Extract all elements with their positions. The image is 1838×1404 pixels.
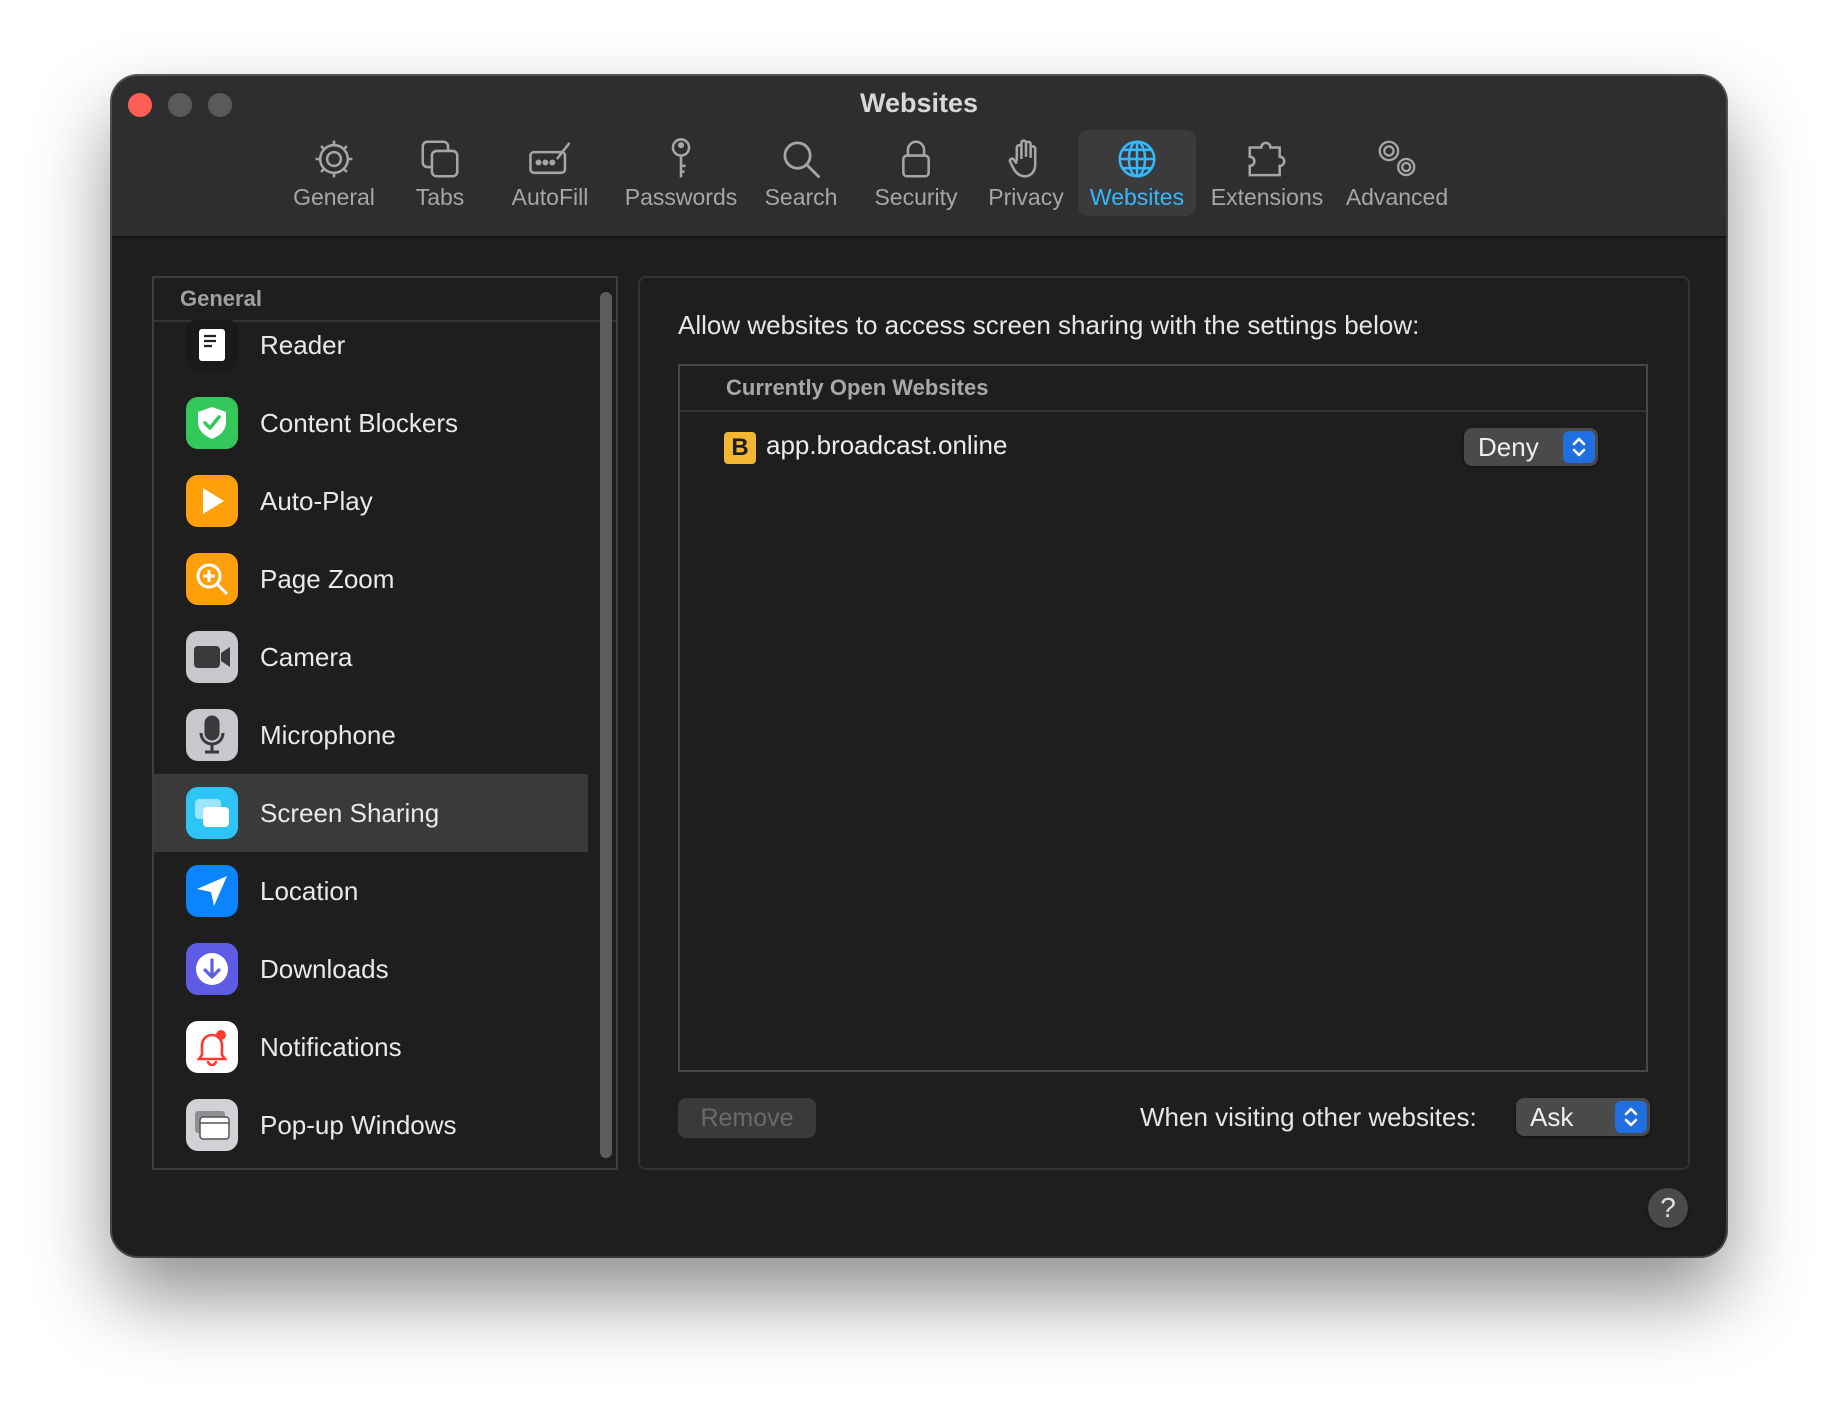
puzzle-icon — [1248, 141, 1286, 177]
toolbar-security[interactable]: Security — [864, 130, 968, 216]
toolbar-websites-label: Websites — [1089, 184, 1185, 210]
toolbar-autofill[interactable]: AutoFill — [500, 130, 600, 216]
site-permission-popup[interactable]: Deny — [1464, 428, 1598, 466]
sidebar-item-label: Reader — [260, 329, 346, 360]
table-header: Currently Open Websites — [680, 366, 1646, 412]
toolbar-search-label: Search — [764, 184, 838, 210]
reader-icon — [186, 320, 238, 371]
zoom-icon — [186, 553, 238, 605]
toolbar-search[interactable]: Search — [760, 130, 842, 216]
sidebar-item-label: Pop-up Windows — [260, 1109, 457, 1140]
sidebar-item-label: Auto-Play — [260, 485, 373, 516]
panel-description: Allow websites to access screen sharing … — [678, 310, 1420, 340]
bell-icon — [186, 1021, 238, 1073]
autofill-icon — [529, 142, 571, 175]
toolbar-security-label: Security — [874, 184, 958, 210]
toolbar-autofill-label: AutoFill — [511, 184, 589, 210]
settings-panel: Allow websites to access screen sharing … — [638, 276, 1690, 1170]
help-button[interactable]: ? — [1648, 1188, 1688, 1228]
magnifier-icon — [783, 141, 821, 179]
tabs-icon — [421, 140, 459, 178]
sidebar-item-reader[interactable]: Reader — [154, 320, 588, 384]
camera-icon — [186, 631, 238, 683]
site-favicon: B — [724, 432, 756, 464]
preferences-window: Websites General Tabs AutoFill Passwords… — [112, 76, 1726, 1256]
toolbar-general-label: General — [293, 184, 375, 210]
site-permission-value: Deny — [1478, 432, 1539, 462]
toolbar-extensions[interactable]: Extensions — [1208, 130, 1326, 216]
other-websites-popup[interactable]: Ask — [1516, 1098, 1650, 1136]
lock-icon — [902, 140, 930, 178]
key-icon — [671, 138, 691, 178]
sidebar-item-pop-up-windows[interactable]: Pop-up Windows — [154, 1086, 588, 1164]
sidebar-item-auto-play[interactable]: Auto-Play — [154, 462, 588, 540]
toolbar-passwords[interactable]: Passwords — [618, 130, 744, 216]
sidebar-item-notifications[interactable]: Notifications — [154, 1008, 588, 1086]
sidebar-list: Reader Content Blockers Auto-Play Page Z… — [154, 320, 588, 1166]
sidebar-item-label: Downloads — [260, 953, 389, 984]
play-icon — [186, 475, 238, 527]
sidebar-item-content-blockers[interactable]: Content Blockers — [154, 384, 588, 462]
toolbar-privacy[interactable]: Privacy — [984, 130, 1068, 216]
sidebar-header: General — [154, 278, 616, 322]
screen-sharing-icon — [186, 787, 238, 839]
gears-icon — [1378, 140, 1416, 177]
table-row[interactable]: B app.broadcast.online Deny — [680, 414, 1646, 478]
sidebar-item-label: Content Blockers — [260, 407, 458, 438]
toolbar-extensions-label: Extensions — [1210, 184, 1324, 210]
chevron-updown-icon — [1563, 431, 1595, 463]
sidebar-item-screen-sharing[interactable]: Screen Sharing — [154, 774, 588, 852]
sidebar-scroll-thumb[interactable] — [600, 292, 612, 1158]
download-icon — [186, 943, 238, 995]
sidebar-item-label: Page Zoom — [260, 563, 395, 594]
sidebar-item-label: Notifications — [260, 1031, 402, 1062]
sidebar: General Reader Content Blockers Auto-Pla… — [152, 276, 618, 1170]
sidebar-item-downloads[interactable]: Downloads — [154, 930, 588, 1008]
window-title: Websites — [859, 88, 979, 118]
location-arrow-icon — [186, 865, 238, 917]
sidebar-item-label: Screen Sharing — [260, 797, 440, 828]
sidebar-item-label: Location — [260, 875, 359, 906]
globe-icon — [1118, 140, 1156, 178]
websites-table: Currently Open Websites B app.broadcast.… — [678, 364, 1648, 1072]
toolbar-tabs-label: Tabs — [415, 184, 465, 210]
sidebar-item-page-zoom[interactable]: Page Zoom — [154, 540, 588, 618]
microphone-icon — [186, 709, 238, 761]
titlebar: Websites General Tabs AutoFill Passwords… — [112, 76, 1726, 238]
other-websites-value: Ask — [1530, 1102, 1574, 1132]
hand-icon — [1008, 139, 1037, 178]
sidebar-item-location[interactable]: Location — [154, 852, 588, 930]
toolbar-passwords-label: Passwords — [624, 184, 738, 210]
sidebar-scrollbar[interactable] — [600, 292, 614, 1158]
toolbar-privacy-label: Privacy — [988, 184, 1064, 210]
toolbar-general[interactable]: General — [288, 130, 380, 216]
remove-button[interactable]: Remove — [678, 1098, 816, 1138]
gear-icon — [315, 140, 353, 178]
toolbar-advanced[interactable]: Advanced — [1342, 130, 1452, 216]
shield-check-icon — [186, 397, 238, 449]
sidebar-item-camera[interactable]: Camera — [154, 618, 588, 696]
site-name: app.broadcast.online — [766, 430, 1008, 460]
sidebar-item-label: Camera — [260, 641, 353, 672]
popup-window-icon — [186, 1099, 238, 1151]
toolbar-websites[interactable]: Websites — [1078, 130, 1196, 216]
sidebar-item-label: Microphone — [260, 719, 396, 750]
other-websites-label: When visiting other websites: — [1140, 1102, 1477, 1132]
sidebar-item-microphone[interactable]: Microphone — [154, 696, 588, 774]
toolbar-tabs[interactable]: Tabs — [402, 130, 478, 216]
chevron-updown-icon — [1615, 1101, 1647, 1133]
toolbar-advanced-label: Advanced — [1345, 184, 1449, 210]
